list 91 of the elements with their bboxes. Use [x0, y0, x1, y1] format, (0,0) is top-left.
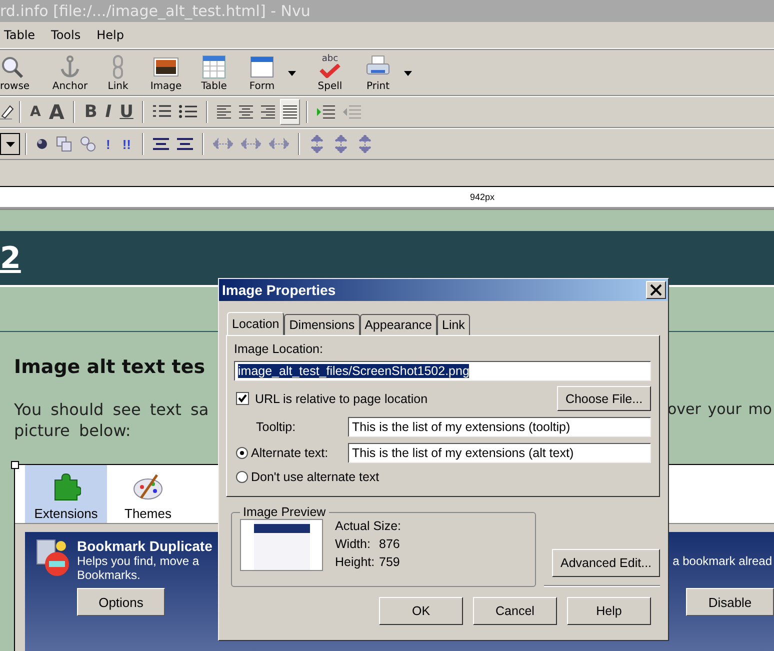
increase-font-button[interactable]: A [44, 100, 68, 124]
overlapping-squares-icon[interactable] [56, 136, 72, 152]
input-field[interactable]: This is the list of my extensions (alt text) [348, 442, 651, 462]
vertical-arrows-icon[interactable] [357, 135, 374, 153]
align-right-icon [261, 105, 276, 119]
picture-icon [153, 54, 179, 78]
magnifier-icon [0, 54, 24, 78]
radio-button[interactable] [236, 446, 248, 458]
dialog-button[interactable]: Cancel [473, 597, 557, 625]
window-title: rd.info [file:/.../image_alt_test.html] - Nvu [0, 2, 310, 20]
dropdown-arrow-icon[interactable] [404, 70, 412, 76]
dialog-button[interactable]: Help [567, 597, 651, 625]
table-icon [202, 54, 226, 78]
double-exclamation-icon[interactable]: !! [122, 136, 132, 152]
field-label: Image Location: [234, 342, 324, 358]
numbered-list-icon[interactable] [153, 105, 172, 119]
toolbar-button[interactable]: Table [190, 54, 238, 92]
actual-size-label: Actual Size: [335, 519, 402, 533]
resize-handle[interactable] [11, 461, 19, 469]
italic-button[interactable]: I [101, 102, 116, 122]
menu-item[interactable]: Help [96, 28, 124, 42]
checkbox-label: URL is relative to page location [255, 392, 428, 406]
exclamation-icon[interactable]: ! [106, 136, 110, 152]
vertical-arrows-icon[interactable] [333, 135, 350, 153]
dropdown-button[interactable] [0, 133, 20, 155]
vertical-arrows-icon[interactable] [309, 135, 326, 153]
window-icon [250, 54, 274, 78]
toolbar-button[interactable]: abc Spell [306, 54, 354, 92]
radio-button[interactable] [236, 470, 248, 482]
caret-icon [6, 142, 14, 146]
extension-description: Helps you find, move a [77, 554, 200, 568]
indent-icon[interactable] [317, 105, 336, 119]
bullet-list-icon[interactable] [179, 105, 198, 119]
dialog-tab[interactable]: Dimensions [284, 314, 360, 335]
lines-icon[interactable] [153, 137, 170, 151]
input-field[interactable]: image_alt_test_files/ScreenShot1502.png [234, 361, 651, 381]
paragraph-text: You should see text sa [14, 400, 209, 419]
toolbar-button[interactable]: Link [94, 54, 142, 92]
page-heading: Image alt text tes [14, 356, 206, 378]
dropdown-arrow-icon[interactable] [288, 70, 296, 76]
checkbox[interactable] [236, 392, 249, 405]
align-left-icon [217, 105, 232, 119]
width-label: Width: [335, 537, 372, 551]
bold-button[interactable]: B [80, 102, 102, 122]
input-field[interactable]: This is the list of my extensions (tooltip) [348, 416, 651, 436]
group-title: Image Preview [242, 505, 327, 519]
toolbar-button[interactable]: Image [142, 54, 190, 92]
dialog-tab[interactable]: Link [437, 314, 470, 335]
close-button[interactable] [646, 281, 666, 299]
width-value: 876 [379, 537, 400, 551]
dialog-tab[interactable]: Location [227, 312, 284, 335]
menu-item[interactable]: Tools [51, 28, 81, 42]
ball-icon[interactable] [36, 138, 48, 150]
toolbar-button[interactable]: Print [354, 54, 402, 92]
dialog-button[interactable]: OK [379, 597, 463, 625]
radio-label: Alternate text: [250, 446, 330, 460]
toolbar-button[interactable]: Anchor [46, 54, 94, 92]
ruler-width: 942px [470, 192, 495, 202]
decrease-font-button[interactable]: A [26, 104, 45, 120]
height-value: 759 [379, 555, 400, 569]
dialog-title: Image Properties [222, 282, 336, 298]
extension-button[interactable]: Disable [686, 588, 774, 616]
extension-description: a bookmark alread [672, 554, 772, 568]
height-label: Height: [335, 555, 376, 569]
paragraph-text: over your mo [667, 400, 772, 419]
shapes-icon[interactable] [80, 136, 96, 152]
anchor-icon [58, 54, 82, 78]
paragraph-text: picture below: [14, 421, 131, 440]
toolbar-button[interactable]: rowse [0, 54, 34, 92]
dialog-tab[interactable]: Appearance [360, 314, 437, 335]
align-justify-icon [283, 105, 298, 119]
selected-text: image_alt_test_files/ScreenShot1502.png [238, 364, 470, 378]
heading-number: 2 [0, 240, 21, 276]
paint-palette-icon [133, 472, 163, 502]
extension-description: Bookmarks. [77, 568, 142, 582]
align-center-icon [239, 105, 254, 119]
toolbar-button[interactable]: Form [238, 54, 286, 92]
underline-button[interactable]: U [116, 102, 138, 122]
lines-icon[interactable] [177, 137, 194, 151]
pencil-icon[interactable] [0, 104, 14, 120]
blocked-bookmark-icon [35, 538, 71, 578]
category-tab[interactable]: Extensions [25, 465, 107, 523]
extension-button[interactable]: Options [77, 588, 165, 616]
advanced-edit-button[interactable]: Advanced Edit... [552, 549, 660, 577]
field-label: Tooltip: [255, 420, 297, 434]
menu-item[interactable]: Table [4, 28, 36, 42]
extension-title: Bookmark Duplicate [77, 538, 212, 554]
align-justify-button[interactable] [280, 99, 300, 125]
category-tab[interactable]: Themes [107, 465, 189, 523]
choose-file-button[interactable]: Choose File... [557, 386, 651, 411]
radio-label: Don't use alternate text [250, 470, 380, 484]
